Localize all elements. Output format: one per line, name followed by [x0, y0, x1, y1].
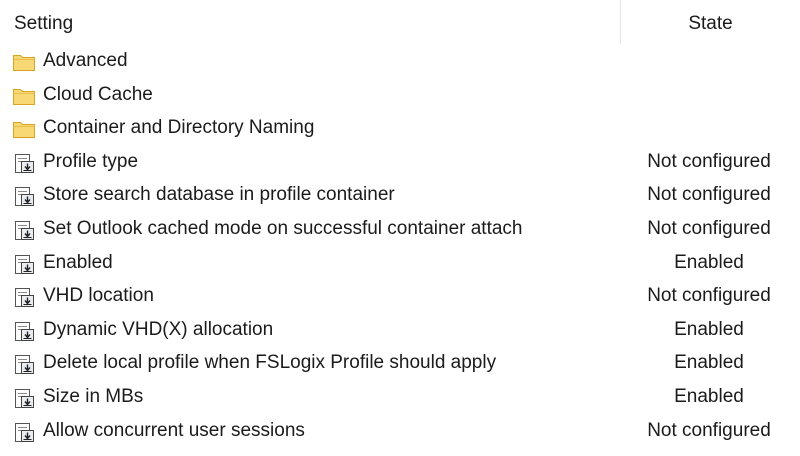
folder-row-advanced[interactable]: Advanced — [0, 45, 800, 79]
policy-row-enabled[interactable]: Enabled Enabled — [0, 247, 800, 281]
folder-label: Container and Directory Naming — [43, 117, 315, 139]
column-header-setting[interactable]: Setting — [14, 12, 73, 36]
policy-label: Store search database in profile contain… — [43, 184, 395, 206]
policy-setting-icon — [12, 185, 36, 207]
policy-setting-icon — [12, 320, 36, 342]
policy-settings-list[interactable]: Setting State Advanced Cloud Cache Conta… — [0, 0, 800, 456]
policy-row-allow-concurrent-sessions[interactable]: Allow concurrent user sessions Not confi… — [0, 415, 800, 449]
policy-label: Profile type — [43, 150, 139, 172]
policy-row-size-in-mbs[interactable]: Size in MBs Enabled — [0, 381, 800, 415]
policy-label: Delete local profile when FSLogix Profil… — [43, 352, 497, 374]
policy-state: Not configured — [647, 184, 771, 206]
policy-state: Not configured — [647, 419, 771, 441]
policy-state: Enabled — [674, 385, 744, 407]
policy-label: Set Outlook cached mode on successful co… — [43, 217, 523, 239]
policy-row-outlook-cached-mode[interactable]: Set Outlook cached mode on successful co… — [0, 213, 800, 247]
policy-setting-icon — [12, 219, 36, 241]
folder-row-cloud-cache[interactable]: Cloud Cache — [0, 79, 800, 113]
policy-label: Allow concurrent user sessions — [43, 419, 305, 441]
policy-row-vhd-location[interactable]: VHD location Not configured — [0, 280, 800, 314]
policy-state: Not configured — [647, 217, 771, 239]
policy-row-profile-type[interactable]: Profile type Not configured — [0, 146, 800, 180]
policy-label: Size in MBs — [43, 385, 144, 407]
policy-setting-icon — [12, 253, 36, 275]
list-header: Setting State — [0, 0, 800, 44]
policy-row-store-search-database[interactable]: Store search database in profile contain… — [0, 179, 800, 213]
folder-icon — [12, 118, 36, 140]
folder-icon — [12, 85, 36, 107]
policy-row-delete-local-profile[interactable]: Delete local profile when FSLogix Profil… — [0, 347, 800, 381]
policy-state: Enabled — [674, 352, 744, 374]
policy-setting-icon — [12, 353, 36, 375]
policy-setting-icon — [12, 387, 36, 409]
column-header-state[interactable]: State — [621, 12, 800, 36]
policy-row-dynamic-vhd-allocation[interactable]: Dynamic VHD(X) allocation Enabled — [0, 314, 800, 348]
policy-label: Dynamic VHD(X) allocation — [43, 318, 274, 340]
policy-setting-icon — [12, 421, 36, 443]
list-rows: Advanced Cloud Cache Container and Direc… — [0, 45, 800, 448]
policy-label: VHD location — [43, 285, 154, 307]
folder-row-container-naming[interactable]: Container and Directory Naming — [0, 112, 800, 146]
policy-state: Enabled — [674, 251, 744, 273]
policy-state: Not configured — [647, 150, 771, 172]
policy-state: Not configured — [647, 285, 771, 307]
folder-icon — [12, 51, 36, 73]
policy-setting-icon — [12, 152, 36, 174]
policy-setting-icon — [12, 286, 36, 308]
policy-label: Enabled — [43, 251, 113, 273]
folder-label: Cloud Cache — [43, 83, 153, 105]
folder-label: Advanced — [43, 50, 128, 71]
policy-state: Enabled — [674, 318, 744, 340]
